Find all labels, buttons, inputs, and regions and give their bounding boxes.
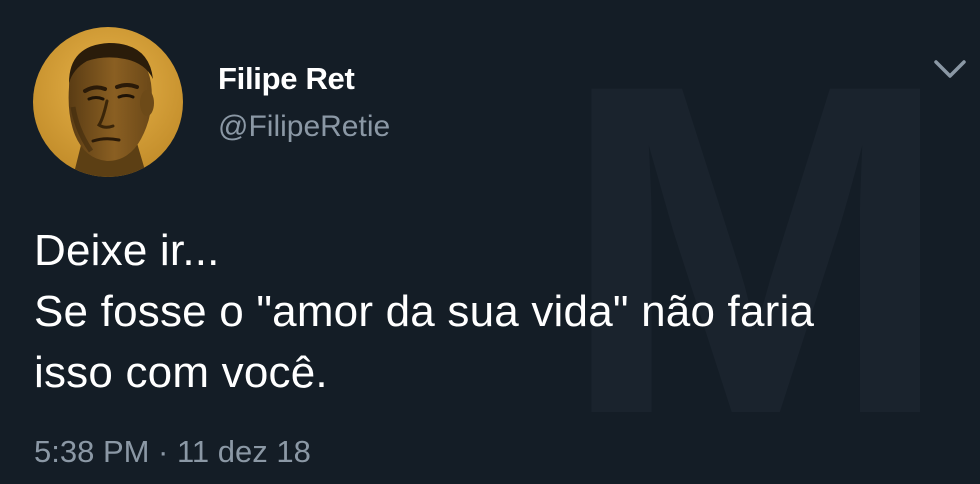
tweet-text-line: Deixe ir...	[34, 226, 220, 275]
tweet-text-line: Se fosse o "amor da sua vida" não faria	[34, 287, 815, 336]
avatar-photo	[33, 27, 183, 177]
author-handle[interactable]: @FilipeRetie	[218, 108, 390, 146]
tweet-timestamp[interactable]: 5:38 PM · 11 dez 18	[34, 432, 311, 472]
avatar[interactable]	[33, 27, 183, 177]
tweet-text: Deixe ir... Se fosse o "amor da sua vida…	[34, 220, 964, 403]
tweet-text-line: isso com você.	[34, 348, 328, 397]
author-name[interactable]: Filipe Ret	[218, 60, 355, 98]
chevron-down-icon	[934, 60, 966, 78]
tweet-menu-button[interactable]	[930, 54, 970, 84]
tweet-card: M Filipe Ret @FilipeRetie Deixe ir... Se…	[0, 0, 980, 484]
